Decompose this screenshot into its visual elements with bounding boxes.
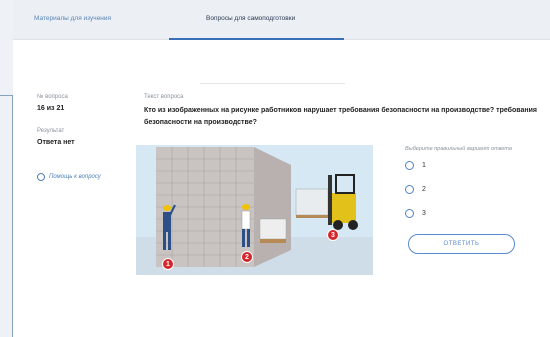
question-text-label: Текст вопроса (144, 94, 184, 100)
radio-circle-icon[interactable] (405, 161, 414, 170)
help-link-label: Помощь к вопросу (49, 174, 101, 180)
help-link[interactable]: Помощь к вопросу (37, 173, 101, 181)
radio-circle-icon[interactable] (405, 209, 414, 218)
tab-self-check-questions[interactable]: Вопросы для самоподготовки (206, 15, 295, 22)
answer-option-label: 3 (422, 210, 426, 217)
question-text: Кто из изображенных на рисунке работнико… (144, 107, 537, 126)
answer-hint: Выберите правильный вариант ответа (405, 146, 512, 152)
help-icon (37, 173, 45, 181)
submit-answer-button[interactable]: ОТВЕТИТЬ (408, 234, 515, 254)
answer-option-2[interactable]: 2 (405, 185, 426, 194)
radio-circle-icon[interactable] (405, 185, 414, 194)
illustration-svg (136, 145, 373, 275)
edge-accent-line (12, 95, 13, 337)
answer-option-3[interactable]: 3 (405, 209, 426, 218)
answer-option-1[interactable]: 1 (405, 161, 426, 170)
edge-tick (0, 95, 13, 96)
active-tab-indicator (169, 38, 344, 40)
marker-2: 2 (241, 251, 253, 263)
answer-option-label: 1 (422, 162, 426, 169)
tab-materials[interactable]: Материалы для изучения (34, 15, 111, 22)
answer-option-label: 2 (422, 186, 426, 193)
page: Материалы для изучения Вопросы для самоп… (0, 0, 550, 337)
marker-1: 1 (162, 258, 174, 270)
question-number-label: № вопроса (37, 94, 68, 100)
result-label: Результат (37, 128, 65, 134)
left-edge (0, 0, 13, 337)
result-value: Ответа нет (37, 139, 75, 146)
question-illustration (136, 145, 373, 275)
marker-3: 3 (327, 229, 339, 241)
question-number-value: 16 из 21 (37, 105, 65, 112)
divider (200, 83, 345, 84)
